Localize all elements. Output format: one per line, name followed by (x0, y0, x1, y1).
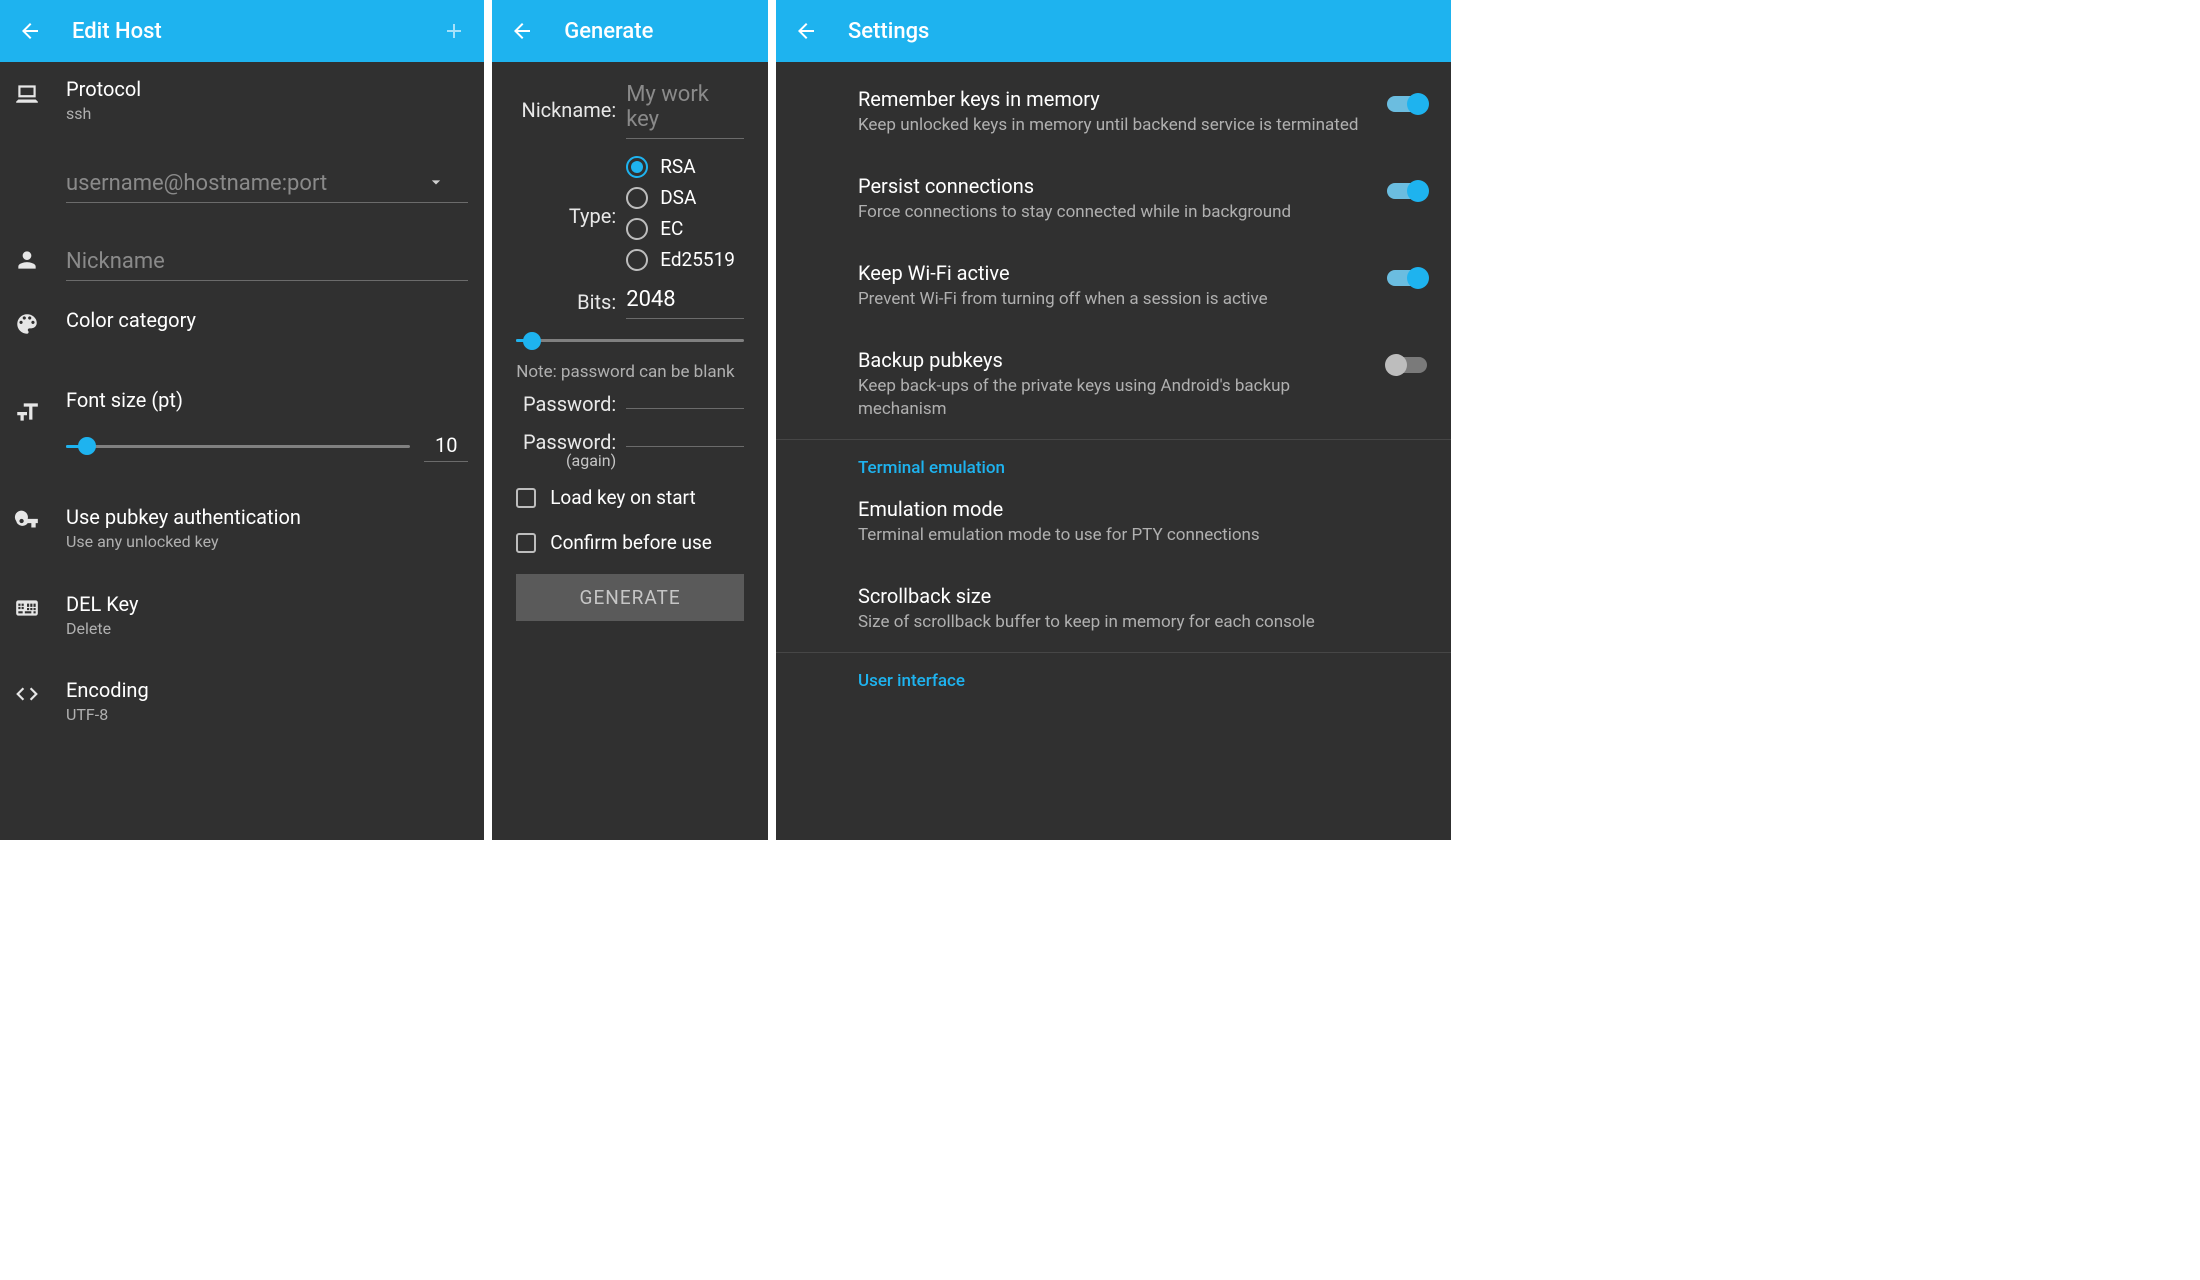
protocol-label: Protocol (66, 76, 468, 102)
del-key-label: DEL Key (66, 591, 468, 617)
radio-label: RSA (660, 155, 695, 178)
text-size-icon (14, 387, 62, 425)
chevron-down-icon[interactable] (426, 172, 446, 196)
radio-rsa[interactable]: RSA (626, 155, 735, 178)
setting-title: Backup pubkeys (858, 347, 1375, 373)
section-header: User interface (776, 653, 1451, 691)
checkbox-icon (516, 488, 536, 508)
connection-input[interactable]: username@hostname:port (66, 165, 468, 203)
confirm-use-checkbox[interactable]: Confirm before use (516, 531, 744, 554)
radio-icon (626, 156, 648, 178)
font-size-value[interactable]: 10 (424, 431, 468, 462)
toggle-switch[interactable] (1387, 96, 1427, 112)
setting-sub: Size of scrollback buffer to keep in mem… (858, 611, 1415, 634)
radio-dsa[interactable]: DSA (626, 186, 735, 209)
password-again-input[interactable] (626, 438, 744, 447)
setting-sub: Terminal emulation mode to use for PTY c… (858, 524, 1415, 547)
password-label: Password: (516, 392, 626, 416)
nickname-input[interactable]: Nickname (66, 243, 468, 281)
laptop-icon (14, 76, 62, 106)
password-note: Note: password can be blank (516, 362, 744, 382)
radio-label: DSA (660, 186, 696, 209)
radio-icon (626, 187, 648, 209)
code-icon (14, 677, 62, 707)
person-icon (14, 243, 62, 273)
pubkey-sub: Use any unlocked key (66, 532, 468, 553)
color-category-label: Color category (66, 307, 468, 333)
page-title: Edit Host (72, 19, 440, 44)
color-category-row[interactable]: Color category (0, 285, 484, 351)
setting-title: Persist connections (858, 173, 1375, 199)
radio-ed25519[interactable]: Ed25519 (626, 248, 735, 271)
setting-sub: Prevent Wi-Fi from turning off when a se… (858, 288, 1375, 311)
encoding-label: Encoding (66, 677, 468, 703)
password-again-sub: (again) (516, 451, 626, 470)
encoding-row[interactable]: Encoding UTF-8 (0, 653, 484, 740)
bits-slider[interactable] (516, 339, 744, 342)
protocol-value: ssh (66, 104, 468, 125)
bits-label: Bits: (516, 290, 626, 314)
font-size-slider[interactable] (66, 445, 410, 448)
add-icon[interactable] (440, 17, 468, 45)
back-arrow-icon[interactable] (16, 17, 44, 45)
setting-row[interactable]: Scrollback sizeSize of scrollback buffer… (776, 565, 1451, 652)
palette-icon (14, 307, 62, 337)
setting-sub: Keep back-ups of the private keys using … (858, 375, 1375, 421)
radio-icon (626, 218, 648, 240)
radio-ec[interactable]: EC (626, 217, 735, 240)
checkbox-icon (516, 533, 536, 553)
nickname-input[interactable]: My work key (626, 80, 744, 139)
setting-title: Remember keys in memory (858, 86, 1375, 112)
encoding-sub: UTF-8 (66, 705, 468, 726)
key-icon (14, 504, 62, 534)
radio-icon (626, 249, 648, 271)
bits-input[interactable]: 2048 (626, 285, 744, 319)
toggle-switch[interactable] (1387, 183, 1427, 199)
generate-button[interactable]: GENERATE (516, 574, 744, 621)
radio-label: EC (660, 217, 683, 240)
del-key-row[interactable]: DEL Key Delete (0, 567, 484, 654)
page-title: Generate (564, 19, 752, 44)
toggle-switch[interactable] (1387, 357, 1427, 373)
setting-title: Emulation mode (858, 496, 1415, 522)
setting-sub: Keep unlocked keys in memory until backe… (858, 114, 1375, 137)
setting-sub: Force connections to stay connected whil… (858, 201, 1375, 224)
back-arrow-icon[interactable] (792, 17, 820, 45)
font-size-row: Font size (pt) 10 (0, 351, 484, 476)
setting-row[interactable]: Emulation modeTerminal emulation mode to… (776, 478, 1451, 565)
keyboard-icon (14, 591, 62, 621)
pubkey-row[interactable]: Use pubkey authentication Use any unlock… (0, 476, 484, 567)
page-title: Settings (848, 19, 1435, 44)
section-header: Terminal emulation (776, 440, 1451, 478)
protocol-row[interactable]: Protocol ssh (0, 62, 484, 139)
setting-row[interactable]: Keep Wi-Fi activePrevent Wi-Fi from turn… (776, 242, 1451, 329)
setting-title: Scrollback size (858, 583, 1415, 609)
del-key-sub: Delete (66, 619, 468, 640)
radio-label: Ed25519 (660, 248, 735, 271)
nickname-label: Nickname: (516, 98, 626, 122)
password-input[interactable] (626, 400, 744, 409)
type-label: Type: (516, 204, 626, 228)
load-key-checkbox[interactable]: Load key on start (516, 486, 744, 509)
setting-row[interactable]: Backup pubkeysKeep back-ups of the priva… (776, 329, 1451, 439)
setting-row[interactable]: Remember keys in memoryKeep unlocked key… (776, 68, 1451, 155)
toggle-switch[interactable] (1387, 270, 1427, 286)
setting-row[interactable]: Persist connectionsForce connections to … (776, 155, 1451, 242)
font-size-label: Font size (pt) (66, 387, 468, 413)
pubkey-label: Use pubkey authentication (66, 504, 468, 530)
back-arrow-icon[interactable] (508, 17, 536, 45)
setting-title: Keep Wi-Fi active (858, 260, 1375, 286)
